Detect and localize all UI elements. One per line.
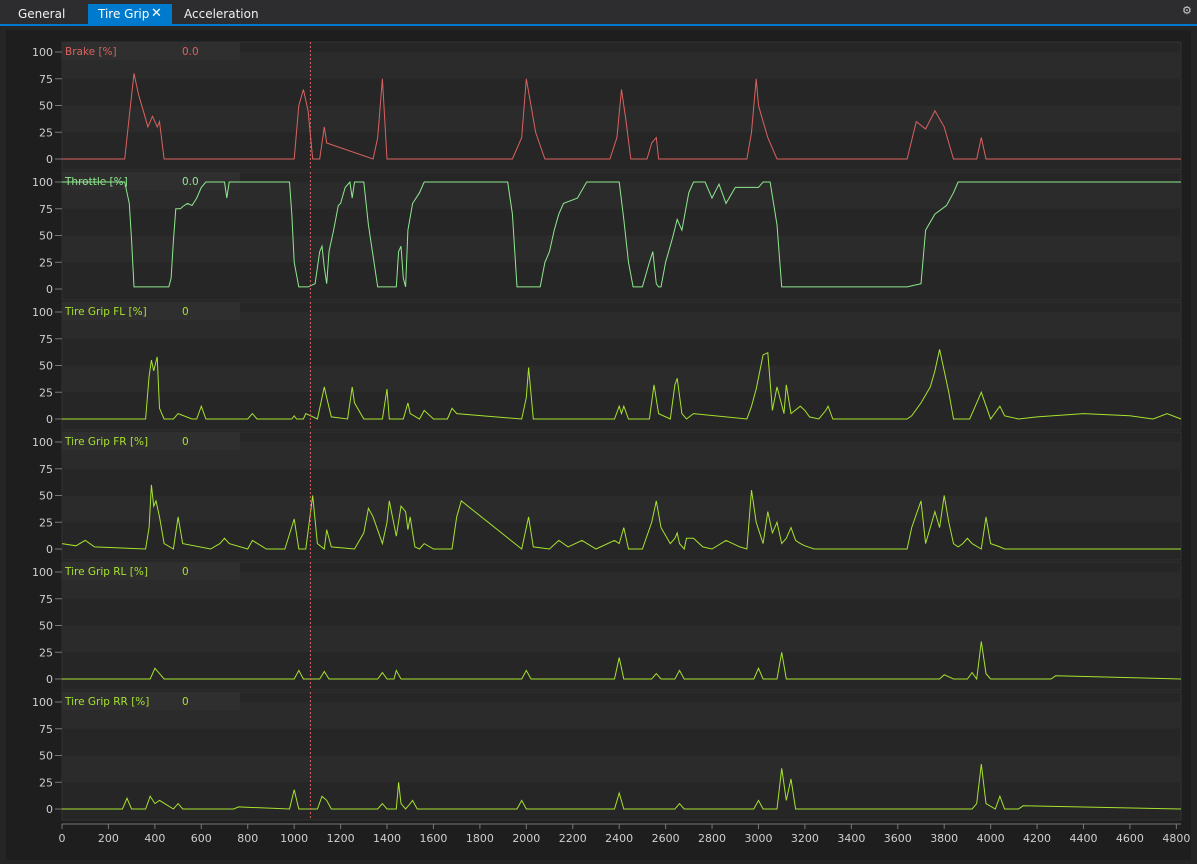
y-tick-label: 25 bbox=[39, 386, 53, 399]
grid-band bbox=[62, 105, 1181, 133]
tab-acceleration[interactable]: Acceleration bbox=[174, 4, 269, 24]
x-tick-label: 200 bbox=[98, 832, 119, 845]
x-tick-label: 0 bbox=[59, 832, 66, 845]
x-tick-label: 1000 bbox=[280, 832, 308, 845]
y-tick-label: 100 bbox=[32, 176, 53, 189]
y-tick-label: 25 bbox=[39, 646, 53, 659]
series-readout: 0 bbox=[182, 436, 189, 448]
series-label: Tire Grip FL [%] bbox=[64, 306, 147, 318]
tab-tire-grip-label: Tire Grip bbox=[98, 7, 150, 21]
tab-underline bbox=[0, 24, 1197, 26]
y-tick-label: 75 bbox=[39, 463, 53, 476]
y-tick-label: 100 bbox=[32, 306, 53, 319]
x-tick-label: 1600 bbox=[419, 832, 447, 845]
series-readout: 0 bbox=[182, 306, 189, 318]
x-tick-label: 3200 bbox=[791, 832, 819, 845]
series-label: Tire Grip FR [%] bbox=[64, 436, 148, 448]
x-tick-label: 1800 bbox=[466, 832, 494, 845]
y-tick-label: 0 bbox=[46, 543, 53, 556]
y-tick-label: 75 bbox=[39, 723, 53, 736]
telemetry-chart[interactable]: 0255075100 Brake [%] 0.00255075100 Throttle… bbox=[6, 30, 1191, 860]
grid-band bbox=[62, 755, 1181, 783]
x-tick-label: 2400 bbox=[605, 832, 633, 845]
x-tick-label: 4600 bbox=[1116, 832, 1144, 845]
y-tick-label: 0 bbox=[46, 673, 53, 686]
series-readout: 0 bbox=[182, 696, 189, 708]
x-tick-label: 2200 bbox=[559, 832, 587, 845]
y-tick-label: 25 bbox=[39, 126, 53, 139]
y-tick-label: 75 bbox=[39, 593, 53, 606]
x-tick-label: 2600 bbox=[652, 832, 680, 845]
y-tick-label: 25 bbox=[39, 256, 53, 269]
y-tick-label: 50 bbox=[39, 360, 53, 373]
tab-bar: General Tire Grip ✕ Acceleration ⚙ bbox=[0, 0, 1197, 26]
y-tick-label: 100 bbox=[32, 696, 53, 709]
y-tick-label: 50 bbox=[39, 620, 53, 633]
y-tick-label: 0 bbox=[46, 153, 53, 166]
series-label: Tire Grip RL [%] bbox=[64, 566, 148, 578]
grid-band bbox=[62, 625, 1181, 653]
x-tick-label: 2000 bbox=[512, 832, 540, 845]
x-tick-label: 3400 bbox=[837, 832, 865, 845]
y-tick-label: 75 bbox=[39, 203, 53, 216]
y-tick-label: 100 bbox=[32, 566, 53, 579]
series-label: Tire Grip RR [%] bbox=[64, 696, 149, 708]
y-tick-label: 0 bbox=[46, 803, 53, 816]
y-tick-label: 25 bbox=[39, 516, 53, 529]
y-tick-label: 75 bbox=[39, 73, 53, 86]
series-readout: 0.0 bbox=[182, 46, 199, 58]
y-tick-label: 50 bbox=[39, 100, 53, 113]
y-tick-label: 25 bbox=[39, 776, 53, 789]
y-tick-label: 75 bbox=[39, 333, 53, 346]
x-tick-label: 400 bbox=[144, 832, 165, 845]
y-tick-label: 0 bbox=[46, 413, 53, 426]
x-tick-label: 3000 bbox=[744, 832, 772, 845]
x-tick-label: 3800 bbox=[930, 832, 958, 845]
series-readout: 0.0 bbox=[182, 176, 199, 188]
y-tick-label: 100 bbox=[32, 46, 53, 59]
x-tick-label: 1200 bbox=[327, 832, 355, 845]
grid-band bbox=[62, 235, 1181, 263]
grid-band bbox=[62, 365, 1181, 393]
x-tick-label: 4400 bbox=[1069, 832, 1097, 845]
x-tick-label: 1400 bbox=[373, 832, 401, 845]
y-tick-label: 50 bbox=[39, 750, 53, 763]
x-tick-label: 4000 bbox=[977, 832, 1005, 845]
y-tick-label: 100 bbox=[32, 436, 53, 449]
y-tick-label: 50 bbox=[39, 490, 53, 503]
series-label: Brake [%] bbox=[65, 46, 117, 58]
tab-general[interactable]: General bbox=[8, 4, 75, 24]
close-icon[interactable]: ✕ bbox=[151, 4, 162, 24]
grid-band bbox=[62, 495, 1181, 523]
x-tick-label: 600 bbox=[191, 832, 212, 845]
gear-icon[interactable]: ⚙ bbox=[1182, 4, 1192, 17]
x-tick-label: 2800 bbox=[698, 832, 726, 845]
x-tick-label: 3600 bbox=[884, 832, 912, 845]
x-tick-label: 800 bbox=[237, 832, 258, 845]
x-tick-label: 4800 bbox=[1162, 832, 1190, 845]
x-tick-label: 4200 bbox=[1023, 832, 1051, 845]
y-tick-label: 50 bbox=[39, 230, 53, 243]
y-tick-label: 0 bbox=[46, 283, 53, 296]
series-readout: 0 bbox=[182, 566, 189, 578]
chart-panel: 0 25 50 75 100 Brake [%] 0.0 0 25 50 75 100 Throttle… bbox=[6, 30, 1191, 860]
